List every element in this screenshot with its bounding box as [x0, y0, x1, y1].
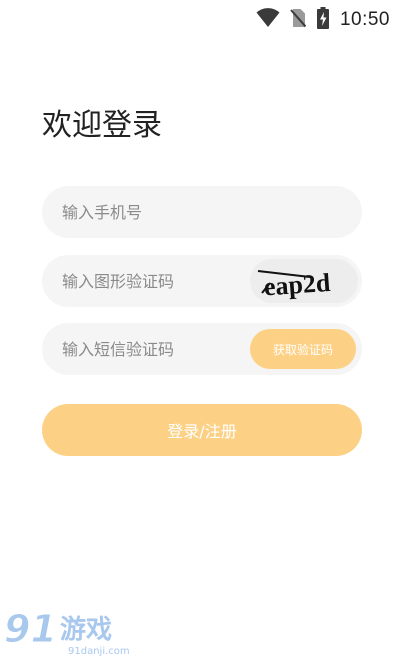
watermark-logo: 91 游戏 91danji.com	[2, 604, 142, 658]
status-icons: 10:50	[256, 7, 390, 33]
phone-field	[42, 186, 362, 238]
get-code-button[interactable]: 获取验证码	[250, 329, 356, 369]
status-bar: 10:50	[0, 0, 400, 40]
captcha-text: eap2d	[263, 268, 332, 302]
no-sim-icon	[290, 8, 307, 32]
svg-text:91danji.com: 91danji.com	[68, 646, 130, 656]
captcha-input[interactable]	[62, 255, 252, 307]
login-register-button[interactable]: 登录/注册	[42, 404, 362, 456]
status-time: 10:50	[339, 9, 390, 30]
captcha-image[interactable]: eap2d	[250, 259, 358, 303]
wifi-icon	[256, 8, 280, 32]
svg-text:游戏: 游戏	[60, 615, 112, 645]
svg-text:91: 91	[4, 607, 57, 651]
battery-charging-icon	[316, 7, 330, 33]
page-title: 欢迎登录	[42, 108, 162, 143]
sms-code-input[interactable]	[62, 323, 252, 375]
phone-input[interactable]	[62, 186, 342, 238]
sms-code-field: 获取验证码	[42, 323, 362, 375]
captcha-field: eap2d	[42, 255, 362, 307]
